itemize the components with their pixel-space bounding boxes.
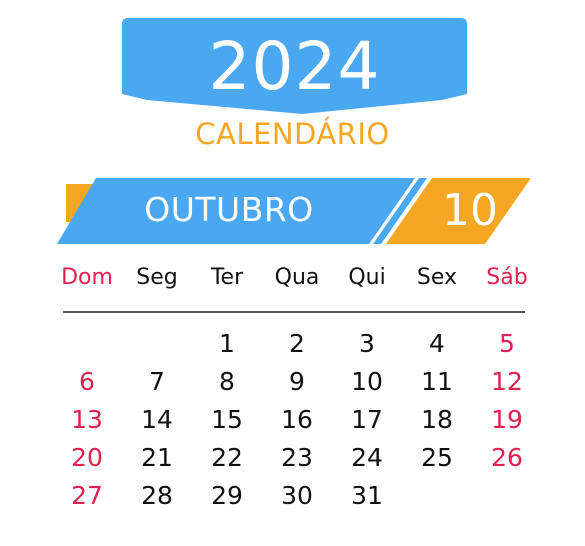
day-cell: 20 bbox=[71, 443, 103, 472]
day-cell: 6 bbox=[79, 367, 95, 396]
year-title: 2024 bbox=[208, 28, 381, 105]
day-cell: 15 bbox=[211, 405, 243, 434]
day-cell: 23 bbox=[281, 443, 313, 472]
day-cell: 21 bbox=[141, 443, 173, 472]
month-number: 10 bbox=[442, 185, 498, 236]
weekday-qua: Qua bbox=[274, 265, 320, 290]
weekday-seg: Seg bbox=[136, 265, 178, 290]
day-cell: 2 bbox=[289, 329, 305, 358]
month-bar: OUTUBRO 10 bbox=[0, 176, 585, 246]
day-cell: 19 bbox=[491, 405, 523, 434]
day-cell: 4 bbox=[429, 329, 445, 358]
day-cell: 25 bbox=[421, 443, 453, 472]
day-cell: 8 bbox=[219, 367, 235, 396]
day-cell: 26 bbox=[491, 443, 523, 472]
day-cell: 9 bbox=[289, 367, 305, 396]
day-cell: 7 bbox=[149, 367, 165, 396]
day-cell: 10 bbox=[351, 367, 383, 396]
days-grid: 1 2 3 4 5 6 7 8 9 10 11 12 13 14 15 16 1… bbox=[52, 326, 542, 526]
month-name: OUTUBRO bbox=[144, 190, 314, 229]
weekday-dom: Dom bbox=[61, 265, 113, 290]
day-cell: 29 bbox=[211, 481, 243, 510]
year-banner: 2024 bbox=[122, 18, 467, 130]
day-cell: 16 bbox=[281, 405, 313, 434]
weekday-header: Dom Seg Ter Qua Qui Sex Sáb bbox=[52, 260, 542, 296]
day-cell: 24 bbox=[351, 443, 383, 472]
day-cell: 1 bbox=[219, 329, 235, 358]
day-cell: 28 bbox=[141, 481, 173, 510]
divider-line bbox=[63, 311, 525, 313]
day-cell: 11 bbox=[421, 367, 453, 396]
weekday-sab: Sáb bbox=[486, 265, 528, 290]
day-cell: 31 bbox=[351, 481, 383, 510]
weekday-ter: Ter bbox=[210, 265, 244, 290]
day-cell: 18 bbox=[421, 405, 453, 434]
calendar-subtitle: CALENDÁRIO bbox=[195, 117, 390, 151]
day-cell: 13 bbox=[71, 405, 103, 434]
day-cell: 14 bbox=[141, 405, 173, 434]
day-cell: 17 bbox=[351, 405, 383, 434]
weekday-qui: Qui bbox=[348, 265, 386, 290]
weekday-sex: Sex bbox=[416, 265, 458, 290]
day-cell: 27 bbox=[71, 481, 103, 510]
day-cell: 22 bbox=[211, 443, 243, 472]
day-cell: 5 bbox=[499, 329, 515, 358]
day-cell: 12 bbox=[491, 367, 523, 396]
day-cell: 3 bbox=[359, 329, 375, 358]
day-cell: 30 bbox=[281, 481, 313, 510]
